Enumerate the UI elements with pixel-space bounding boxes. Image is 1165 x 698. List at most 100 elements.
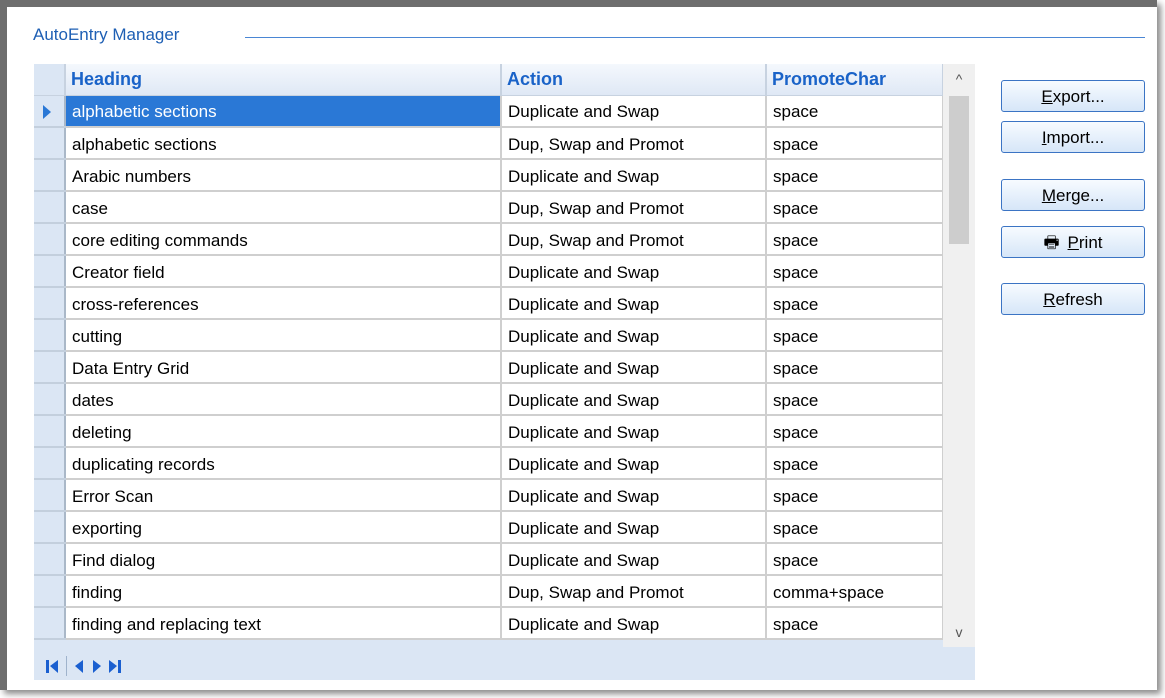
first-record-icon[interactable] [46,657,60,675]
next-record-icon[interactable] [91,657,105,675]
table-row[interactable]: core editing commands Dup, Swap and Promo… [34,223,944,256]
table-row[interactable]: exporting Duplicate and Swap space [34,511,944,544]
row-indicator[interactable] [34,255,66,288]
heading-cell[interactable]: core editing commands [65,223,502,256]
promotechar-cell[interactable]: space [766,543,944,576]
merge-button[interactable]: Merge... [1001,179,1145,211]
chevron-up-icon[interactable]: ^ [943,64,975,94]
column-header-action[interactable]: Action [501,64,767,96]
promotechar-cell[interactable]: space [766,159,944,192]
heading-cell[interactable]: cutting [65,319,502,352]
promotechar-cell[interactable]: space [766,447,944,480]
row-indicator[interactable] [34,127,66,160]
heading-cell[interactable]: alphabetic sections [65,127,502,160]
row-indicator[interactable] [34,447,66,480]
action-cell[interactable]: Duplicate and Swap [501,511,767,544]
heading-cell[interactable]: finding and replacing text [65,607,502,640]
action-cell[interactable]: Duplicate and Swap [501,255,767,288]
table-row[interactable]: case Dup, Swap and Promot space [34,191,944,224]
heading-cell[interactable]: dates [65,383,502,416]
action-cell[interactable]: Duplicate and Swap [501,319,767,352]
table-row[interactable]: finding and replacing text Duplicate and … [34,607,944,640]
heading-cell[interactable]: Error Scan [65,479,502,512]
promotechar-cell[interactable]: space [766,255,944,288]
action-cell[interactable]: Duplicate and Swap [501,351,767,384]
prev-record-icon[interactable] [73,657,87,675]
promotechar-cell[interactable]: space [766,607,944,640]
row-indicator[interactable] [34,543,66,576]
vertical-scrollbar[interactable]: ^ v [943,64,975,647]
heading-cell[interactable]: alphabetic sections [65,95,502,128]
table-row[interactable]: finding Dup, Swap and Promot comma+space [34,575,944,608]
action-cell[interactable]: Dup, Swap and Promot [501,575,767,608]
heading-cell[interactable]: cross-references [65,287,502,320]
row-indicator[interactable] [34,319,66,352]
action-cell[interactable]: Duplicate and Swap [501,95,767,128]
table-row[interactable]: cross-references Duplicate and Swap space [34,287,944,320]
table-row[interactable]: alphabetic sections Duplicate and Swap spa… [34,95,944,128]
heading-cell[interactable]: duplicating records [65,447,502,480]
column-header-heading[interactable]: Heading [65,64,502,96]
row-indicator[interactable] [34,351,66,384]
action-cell[interactable]: Duplicate and Swap [501,607,767,640]
row-indicator[interactable] [34,223,66,256]
promotechar-cell[interactable]: comma+space [766,575,944,608]
table-row[interactable]: Error Scan Duplicate and Swap space [34,479,944,512]
promotechar-cell[interactable]: space [766,319,944,352]
table-row[interactable]: deleting Duplicate and Swap space [34,415,944,448]
promotechar-cell[interactable]: space [766,511,944,544]
heading-cell[interactable]: exporting [65,511,502,544]
row-indicator[interactable] [34,191,66,224]
import-button[interactable]: Import... [1001,121,1145,153]
promotechar-cell[interactable]: space [766,287,944,320]
heading-cell[interactable]: Arabic numbers [65,159,502,192]
action-cell[interactable]: Dup, Swap and Promot [501,223,767,256]
action-cell[interactable]: Duplicate and Swap [501,479,767,512]
table-row[interactable]: Creator field Duplicate and Swap space [34,255,944,288]
table-row[interactable]: alphabetic sections Dup, Swap and Promot s… [34,127,944,160]
scrollbar-thumb[interactable] [949,96,969,244]
table-row[interactable]: duplicating records Duplicate and Swap spa… [34,447,944,480]
action-cell[interactable]: Duplicate and Swap [501,287,767,320]
row-indicator[interactable] [34,415,66,448]
heading-cell[interactable]: case [65,191,502,224]
row-indicator[interactable] [34,95,66,128]
table-row[interactable]: Data Entry Grid Duplicate and Swap space [34,351,944,384]
row-indicator[interactable] [34,383,66,416]
action-cell[interactable]: Duplicate and Swap [501,159,767,192]
table-row[interactable]: cutting Duplicate and Swap space [34,319,944,352]
row-indicator[interactable] [34,479,66,512]
promotechar-cell[interactable]: space [766,191,944,224]
promotechar-cell[interactable]: space [766,479,944,512]
action-cell[interactable]: Duplicate and Swap [501,447,767,480]
action-cell[interactable]: Dup, Swap and Promot [501,127,767,160]
heading-cell[interactable]: Find dialog [65,543,502,576]
action-cell[interactable]: Duplicate and Swap [501,543,767,576]
table-row[interactable]: Find dialog Duplicate and Swap space [34,543,944,576]
print-button[interactable]: 🖶 Print [1001,226,1145,258]
export-button[interactable]: Export... [1001,80,1145,112]
promotechar-cell[interactable]: space [766,223,944,256]
row-indicator[interactable] [34,575,66,608]
column-header-promotechar[interactable]: PromoteChar [766,64,944,96]
autoentry-grid[interactable]: Heading Action PromoteChar alphabetic se… [34,64,975,680]
refresh-button[interactable]: Refresh [1001,283,1145,315]
table-row[interactable]: Arabic numbers Duplicate and Swap space [34,159,944,192]
heading-cell[interactable]: deleting [65,415,502,448]
table-row[interactable]: dates Duplicate and Swap space [34,383,944,416]
heading-cell[interactable]: finding [65,575,502,608]
promotechar-cell[interactable]: space [766,95,944,128]
promotechar-cell[interactable]: space [766,351,944,384]
chevron-down-icon[interactable]: v [943,617,975,647]
row-indicator[interactable] [34,511,66,544]
action-cell[interactable]: Duplicate and Swap [501,383,767,416]
heading-cell[interactable]: Creator field [65,255,502,288]
action-cell[interactable]: Duplicate and Swap [501,415,767,448]
action-cell[interactable]: Dup, Swap and Promot [501,191,767,224]
promotechar-cell[interactable]: space [766,127,944,160]
last-record-icon[interactable] [109,657,123,675]
promotechar-cell[interactable]: space [766,415,944,448]
promotechar-cell[interactable]: space [766,383,944,416]
row-indicator[interactable] [34,607,66,640]
heading-cell[interactable]: Data Entry Grid [65,351,502,384]
